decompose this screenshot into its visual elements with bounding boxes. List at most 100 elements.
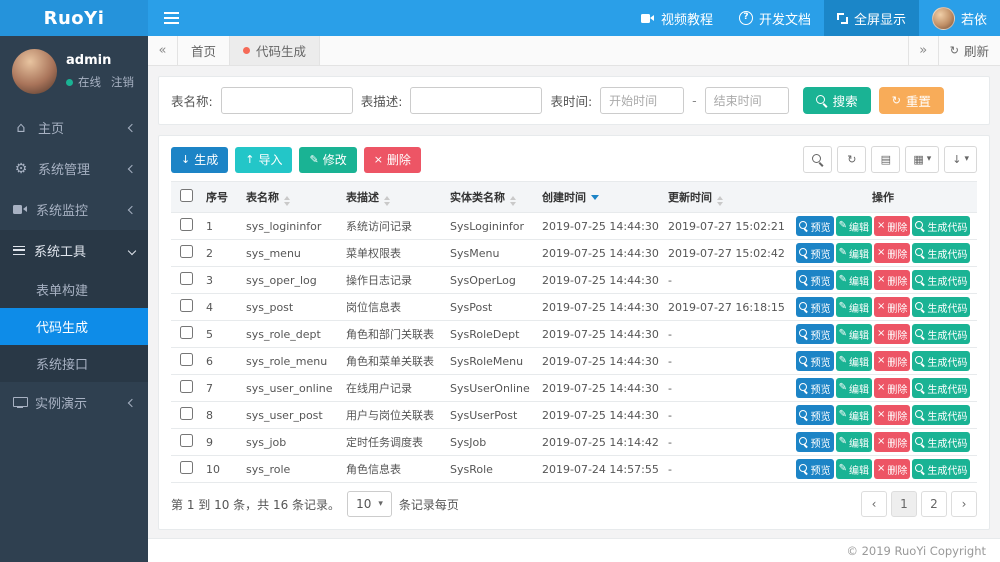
row-checkbox[interactable] — [179, 299, 193, 312]
row-delete-button[interactable]: × 删除 — [874, 270, 911, 290]
row-generate-code-button[interactable]: 生成代码 — [912, 405, 971, 425]
row-checkbox[interactable] — [179, 218, 193, 231]
sidebar-item-system-management[interactable]: ⚙ 系统管理 — [0, 148, 148, 189]
prev-page-button[interactable]: ‹ — [861, 491, 887, 517]
start-time-input[interactable] — [600, 87, 685, 114]
app-logo[interactable]: RuoYi — [0, 0, 148, 36]
toggle-view-button[interactable]: ▤ — [871, 146, 901, 173]
row-generate-code-button[interactable]: 生成代码 — [912, 432, 971, 452]
nav-user-menu[interactable]: 若依 — [919, 0, 1000, 36]
delete-button[interactable]: × 删除 — [363, 146, 421, 173]
sidebar-item-code-generation[interactable]: 代码生成 — [0, 308, 148, 345]
row-generate-code-button[interactable]: 生成代码 — [912, 378, 971, 398]
row-generate-code-button[interactable]: 生成代码 — [912, 243, 971, 263]
row-generate-code-button[interactable]: 生成代码 — [912, 459, 971, 479]
table-desc-input[interactable] — [410, 87, 543, 114]
import-button[interactable]: ↑ 导入 — [235, 146, 293, 173]
column-entity-name[interactable]: 实体类名称 — [445, 181, 537, 213]
row-checkbox[interactable] — [179, 245, 193, 258]
search-button[interactable]: 搜索 — [802, 87, 871, 114]
row-preview-button[interactable]: 预览 — [795, 459, 834, 479]
row-delete-button[interactable]: × 删除 — [874, 459, 911, 479]
end-time-input[interactable] — [704, 87, 789, 114]
row-edit-button[interactable]: ✎ 编辑 — [835, 297, 872, 317]
toggle-search-button[interactable] — [803, 146, 833, 173]
row-generate-code-button[interactable]: 生成代码 — [912, 216, 971, 236]
next-page-button[interactable]: › — [951, 491, 977, 517]
row-preview-button[interactable]: 预览 — [795, 378, 834, 398]
row-delete-button[interactable]: × 删除 — [874, 216, 911, 236]
sidebar-item-system-api[interactable]: 系统接口 — [0, 345, 148, 382]
row-preview-button[interactable]: 预览 — [795, 351, 834, 371]
row-preview-button[interactable]: 预览 — [795, 405, 834, 425]
column-table-desc[interactable]: 表描述 — [341, 181, 445, 213]
sidebar-item-system-monitor[interactable]: 系统监控 — [0, 189, 148, 230]
column-table-name[interactable]: 表名称 — [241, 181, 341, 213]
tab-home[interactable]: 首页 — [178, 36, 231, 65]
row-checkbox[interactable] — [179, 434, 193, 447]
row-preview-button[interactable]: 预览 — [795, 243, 834, 263]
row-delete-button[interactable]: × 删除 — [874, 324, 911, 344]
tab-code-generation[interactable]: 代码生成 — [230, 36, 321, 65]
select-all-checkbox[interactable] — [179, 189, 193, 202]
row-checkbox[interactable] — [179, 326, 193, 339]
row-preview-button[interactable]: 预览 — [795, 432, 834, 452]
table-name-input[interactable] — [220, 87, 353, 114]
sidebar-item-home[interactable]: ⌂ 主页 — [0, 107, 148, 148]
generate-button[interactable]: ↓ 生成 — [171, 146, 229, 173]
nav-fullscreen[interactable]: 全屏显示 — [823, 0, 919, 36]
row-delete-button[interactable]: × 删除 — [874, 405, 911, 425]
page-2-button[interactable]: 2 — [921, 491, 947, 517]
chevron-left-icon — [127, 123, 137, 132]
page-1-button[interactable]: 1 — [891, 491, 917, 517]
row-preview-button[interactable]: 预览 — [795, 324, 834, 344]
row-edit-button[interactable]: ✎ 编辑 — [835, 378, 872, 398]
row-edit-button[interactable]: ✎ 编辑 — [835, 270, 872, 290]
row-edit-button[interactable]: ✎ 编辑 — [835, 459, 872, 479]
sidebar-item-form-builder[interactable]: 表单构建 — [0, 271, 148, 308]
row-edit-button[interactable]: ✎ 编辑 — [835, 432, 872, 452]
row-delete-button[interactable]: × 删除 — [874, 432, 911, 452]
sidebar-item-demo[interactable]: 实例演示 — [0, 382, 148, 423]
refresh-table-button[interactable]: ↻ — [837, 146, 867, 173]
row-edit-button[interactable]: ✎ 编辑 — [835, 243, 872, 263]
column-created-time[interactable]: 创建时间 — [537, 181, 663, 213]
row-checkbox[interactable] — [179, 380, 193, 393]
row-generate-code-button[interactable]: 生成代码 — [912, 324, 971, 344]
sidebar-item-system-tools[interactable]: 系统工具 — [0, 230, 148, 271]
row-generate-code-button[interactable]: 生成代码 — [912, 297, 971, 317]
edit-icon: ✎ — [838, 328, 847, 339]
row-edit-button[interactable]: ✎ 编辑 — [835, 351, 872, 371]
tabs-scroll-left-button[interactable]: « — [148, 36, 178, 65]
row-checkbox[interactable] — [179, 407, 193, 420]
columns-button[interactable]: ▦ ▾ — [905, 146, 940, 173]
row-edit-button[interactable]: ✎ 编辑 — [835, 405, 872, 425]
row-preview-button[interactable]: 预览 — [795, 297, 834, 317]
nav-dev-docs[interactable]: 开发文档 — [726, 0, 824, 36]
tab-refresh-button[interactable]: ↻ 刷新 — [937, 36, 1000, 65]
row-preview-button[interactable]: 预览 — [795, 216, 834, 236]
sidebar-toggle-button[interactable] — [148, 0, 194, 36]
row-checkbox[interactable] — [179, 353, 193, 366]
modify-button[interactable]: ✎ 修改 — [299, 146, 357, 173]
row-checkbox[interactable] — [179, 272, 193, 285]
row-delete-button[interactable]: × 删除 — [874, 297, 911, 317]
row-generate-code-button[interactable]: 生成代码 — [912, 270, 971, 290]
row-delete-button[interactable]: × 删除 — [874, 243, 911, 263]
tabs-scroll-right-button[interactable]: » — [907, 36, 938, 65]
reset-button[interactable]: ↻ 重置 — [878, 87, 944, 114]
row-delete-button[interactable]: × 删除 — [874, 351, 911, 371]
row-generate-code-button[interactable]: 生成代码 — [912, 351, 971, 371]
table-name-label: 表名称: — [171, 94, 213, 109]
export-button[interactable]: ↓ ▾ — [944, 146, 977, 173]
column-updated-time[interactable]: 更新时间 — [663, 181, 789, 213]
row-delete-button[interactable]: × 删除 — [874, 378, 911, 398]
row-checkbox[interactable] — [179, 461, 193, 474]
row-preview-button[interactable]: 预览 — [795, 270, 834, 290]
row-edit-button[interactable]: ✎ 编辑 — [835, 216, 872, 236]
user-avatar[interactable] — [12, 49, 57, 94]
page-size-select[interactable]: 10 ▾ — [347, 491, 392, 517]
nav-video-tutorial[interactable]: 视频教程 — [628, 0, 726, 36]
logout-link[interactable]: 注销 — [111, 74, 134, 90]
row-edit-button[interactable]: ✎ 编辑 — [835, 324, 872, 344]
